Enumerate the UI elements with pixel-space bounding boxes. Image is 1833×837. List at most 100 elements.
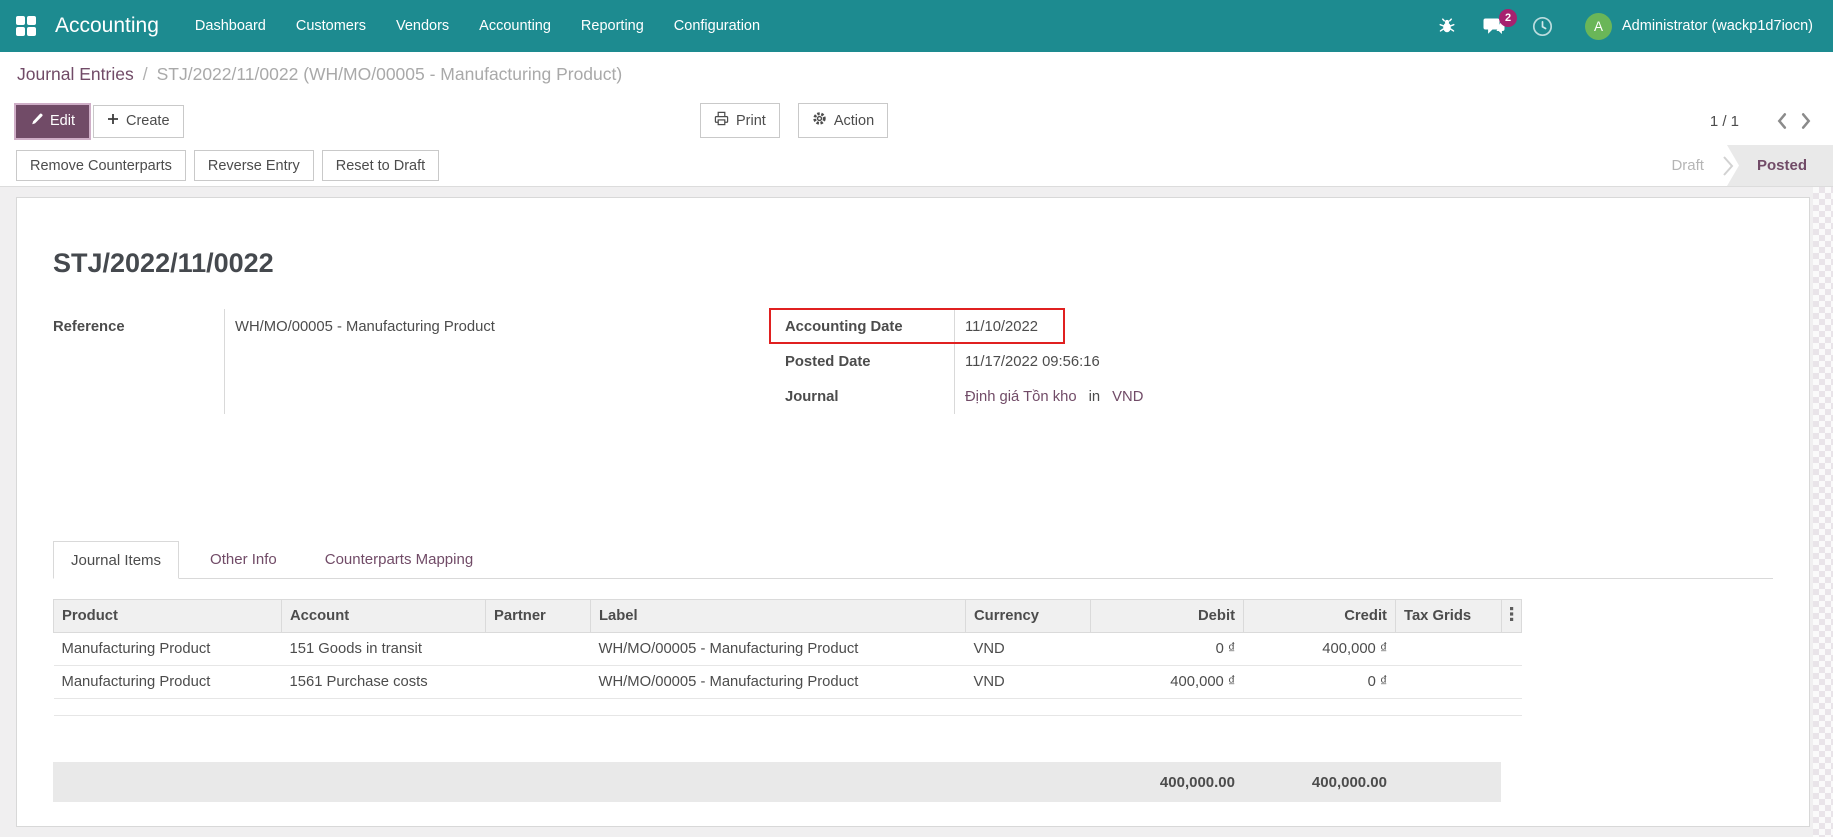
edit-button-label: Edit <box>50 113 75 129</box>
field-groups: Reference WH/MO/00005 - Manufacturing Pr… <box>53 308 1773 414</box>
table-header-row: Product Account Partner Label Currency D… <box>53 599 1522 633</box>
activities-clock-icon[interactable] <box>1532 16 1553 37</box>
table-row[interactable]: Manufacturing Product 1561 Purchase cost… <box>53 665 1522 699</box>
record-action-buttons: Print Action <box>700 103 889 138</box>
col-currency[interactable]: Currency <box>965 599 1091 633</box>
right-field-group: Accounting Date 11/10/2022 Posted Date 1… <box>769 308 1389 414</box>
user-avatar[interactable]: A <box>1585 12 1612 40</box>
menu-dashboard[interactable]: Dashboard <box>180 0 281 52</box>
printer-icon <box>714 111 729 130</box>
content-area: STJ/2022/11/0022 Reference WH/MO/00005 -… <box>0 187 1833 837</box>
col-partner[interactable]: Partner <box>485 599 591 633</box>
control-panel: Edit Create Print Action 1 / 1 <box>0 97 1833 145</box>
cell-credit: 0 ₫ <box>1243 665 1396 699</box>
scrollbar-track[interactable] <box>1813 187 1833 837</box>
cell-account: 1561 Purchase costs <box>281 665 486 699</box>
menu-accounting[interactable]: Accounting <box>464 0 566 52</box>
state-draft[interactable]: Draft <box>1671 157 1704 174</box>
menu-vendors[interactable]: Vendors <box>381 0 464 52</box>
cell-credit: 400,000 ₫ <box>1243 632 1396 666</box>
chevron-separator-icon <box>1722 154 1734 178</box>
accounting-date-value: 11/10/2022 <box>965 318 1038 335</box>
messages-chat-icon[interactable]: 2 <box>1483 8 1517 36</box>
statusbar: Remove Counterparts Reverse Entry Reset … <box>0 145 1833 187</box>
pager-count: 1 / 1 <box>1709 112 1739 130</box>
chevron-right-icon[interactable] <box>1794 112 1819 130</box>
create-button-label: Create <box>126 113 170 129</box>
field-separator-line <box>224 309 225 414</box>
tab-counterparts-mapping[interactable]: Counterparts Mapping <box>308 541 490 579</box>
cell-tax-grids <box>1395 665 1502 699</box>
posted-date-label: Posted Date <box>785 353 871 370</box>
state-posted[interactable]: Posted <box>1726 145 1833 186</box>
journal-in-word: in <box>1088 388 1101 405</box>
form-sheet: STJ/2022/11/0022 Reference WH/MO/00005 -… <box>16 197 1810 827</box>
pencil-icon <box>30 113 43 130</box>
reverse-entry-button[interactable]: Reverse Entry <box>193 150 314 181</box>
totals-row: 400,000.00 400,000.00 <box>53 762 1501 802</box>
cell-account: 151 Goods in transit <box>281 632 486 666</box>
optional-columns-toggle[interactable] <box>1501 599 1522 633</box>
col-product[interactable]: Product <box>53 599 282 633</box>
journal-items-table: Product Account Partner Label Currency D… <box>53 599 1522 716</box>
record-title: STJ/2022/11/0022 <box>53 248 274 278</box>
empty-table-row[interactable] <box>53 698 1522 716</box>
journal-currency-link[interactable]: VND <box>1112 389 1143 405</box>
col-tax-grids[interactable]: Tax Grids <box>1395 599 1502 633</box>
pager: 1 / 1 <box>1710 97 1819 145</box>
main-menu: Dashboard Customers Vendors Accounting R… <box>180 0 775 52</box>
cell-partner <box>485 632 591 666</box>
total-debit: 400,000.00 <box>1090 762 1243 802</box>
notebook-tabs: Journal Items Other Info Counterparts Ma… <box>53 541 1773 579</box>
print-button-label: Print <box>736 112 766 129</box>
breadcrumb-parent-link[interactable]: Journal Entries <box>17 64 134 85</box>
tab-other-info[interactable]: Other Info <box>193 541 294 579</box>
total-credit: 400,000.00 <box>1243 762 1395 802</box>
col-credit[interactable]: Credit <box>1243 599 1396 633</box>
col-label[interactable]: Label <box>590 599 966 633</box>
navbar-systray: 2 A Administrator (wackp1d7iocn) <box>1411 8 1813 40</box>
left-field-group: Reference WH/MO/00005 - Manufacturing Pr… <box>53 309 769 414</box>
table-row[interactable]: Manufacturing Product 151 Goods in trans… <box>53 632 1522 666</box>
cell-product: Manufacturing Product <box>53 665 282 699</box>
cell-currency: VND <box>965 665 1091 699</box>
reference-value: WH/MO/00005 - Manufacturing Product <box>235 318 495 335</box>
menu-configuration[interactable]: Configuration <box>659 0 775 52</box>
breadcrumb-separator: / <box>142 64 148 84</box>
accounting-date-label: Accounting Date <box>785 318 903 335</box>
reference-label: Reference <box>53 318 125 335</box>
cell-currency: VND <box>965 632 1091 666</box>
print-button[interactable]: Print <box>700 103 780 138</box>
cell-product: Manufacturing Product <box>53 632 282 666</box>
chevron-left-icon[interactable] <box>1769 112 1794 130</box>
user-menu[interactable]: Administrator (wackp1d7iocn) <box>1622 18 1813 34</box>
app-name[interactable]: Accounting <box>55 14 159 38</box>
posted-date-value: 11/17/2022 09:56:16 <box>965 353 1100 370</box>
journal-link[interactable]: Định giá Tồn kho <box>965 389 1077 405</box>
action-button[interactable]: Action <box>797 103 889 138</box>
cell-tax-grids <box>1395 632 1502 666</box>
action-button-label: Action <box>833 112 875 129</box>
col-debit[interactable]: Debit <box>1090 599 1244 633</box>
debug-bug-icon[interactable] <box>1438 17 1456 35</box>
cell-label: WH/MO/00005 - Manufacturing Product <box>590 632 966 666</box>
cell-debit: 400,000 ₫ <box>1090 665 1244 699</box>
tab-journal-items[interactable]: Journal Items <box>53 541 180 579</box>
menu-customers[interactable]: Customers <box>281 0 381 52</box>
apps-grid-icon[interactable] <box>16 16 36 36</box>
kebab-icon <box>1509 607 1514 625</box>
top-navbar: Accounting Dashboard Customers Vendors A… <box>0 0 1833 52</box>
edit-button[interactable]: Edit <box>16 104 89 138</box>
gear-icon <box>812 111 827 130</box>
reset-to-draft-button[interactable]: Reset to Draft <box>321 150 440 181</box>
cell-debit: 0 ₫ <box>1090 632 1244 666</box>
breadcrumb: Journal Entries / STJ/2022/11/0022 (WH/M… <box>0 52 1833 97</box>
plus-icon <box>107 113 119 129</box>
menu-reporting[interactable]: Reporting <box>566 0 659 52</box>
remove-counterparts-button[interactable]: Remove Counterparts <box>16 150 186 181</box>
col-account[interactable]: Account <box>281 599 486 633</box>
create-button[interactable]: Create <box>93 104 184 138</box>
journal-label: Journal <box>785 388 839 405</box>
cell-partner <box>485 665 591 699</box>
status-states: Draft Posted <box>1671 145 1833 186</box>
